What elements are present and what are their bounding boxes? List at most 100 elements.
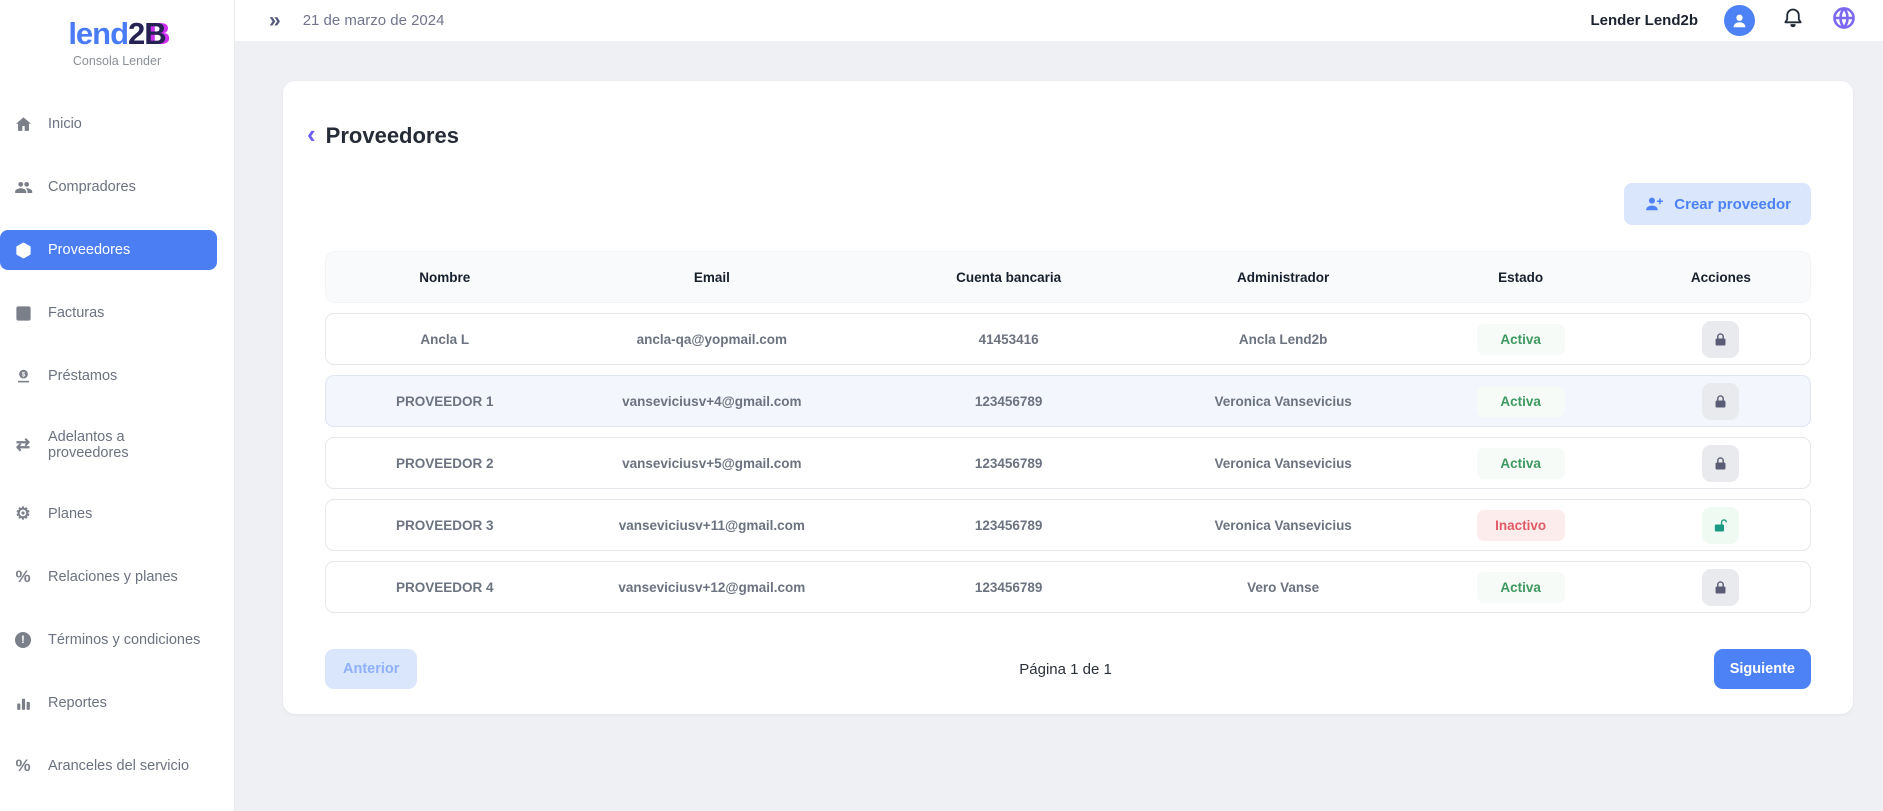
table-row[interactable]: PROVEEDOR 4 vanseviciusv+12@gmail.com 12… bbox=[325, 561, 1811, 613]
table-row[interactable]: Ancla L ancla-qa@yopmail.com 41453416 An… bbox=[325, 313, 1811, 365]
sidebar-item-aranceles[interactable]: % Aranceles del servicio bbox=[0, 746, 217, 786]
sidebar-item-label: Proveedores bbox=[48, 242, 130, 258]
pagination: Anterior Página 1 de 1 Siguiente bbox=[325, 649, 1811, 689]
cell-cuenta-bancaria: 41453416 bbox=[860, 332, 1157, 347]
topbar-right: Lender Lend2b bbox=[1590, 5, 1857, 36]
sidebar-item-terminos[interactable]: ! Términos y condiciones bbox=[0, 620, 217, 660]
cell-cuenta-bancaria: 123456789 bbox=[860, 580, 1157, 595]
topbar: » 21 de marzo de 2024 Lender Lend2b bbox=[235, 0, 1883, 41]
table-header-row: Nombre Email Cuenta bancaria Administrad… bbox=[325, 251, 1811, 303]
next-page-button[interactable]: Siguiente bbox=[1714, 649, 1811, 689]
status-badge: Activa bbox=[1477, 448, 1565, 479]
col-header-cuenta-bancaria: Cuenta bancaria bbox=[860, 270, 1157, 285]
user-avatar[interactable] bbox=[1724, 5, 1755, 36]
lock-icon bbox=[1712, 393, 1729, 410]
cell-email: vanseviciusv+4@gmail.com bbox=[563, 394, 860, 409]
notifications-bell-icon[interactable] bbox=[1781, 6, 1805, 35]
cell-acciones bbox=[1632, 507, 1810, 544]
sidebar-item-label: Relaciones y planes bbox=[48, 569, 178, 585]
cell-administrador: Veronica Vansevicius bbox=[1157, 518, 1409, 533]
sidebar-nav: Inicio Compradores Proveedores Facturas bbox=[0, 104, 234, 786]
previous-page-button[interactable]: Anterior bbox=[325, 649, 417, 689]
sidebar-item-reportes[interactable]: Reportes bbox=[0, 683, 217, 723]
svg-text:$: $ bbox=[21, 371, 25, 378]
col-header-nombre: Nombre bbox=[326, 270, 563, 285]
cell-estado: Activa bbox=[1409, 386, 1632, 417]
cell-email: ancla-qa@yopmail.com bbox=[563, 332, 860, 347]
lock-button[interactable] bbox=[1702, 445, 1739, 482]
sidebar-item-label: Términos y condiciones bbox=[48, 632, 200, 648]
create-provider-button[interactable]: Crear proveedor bbox=[1624, 183, 1811, 225]
brand-logo: lend2B Consola Lender bbox=[0, 10, 234, 90]
cell-estado: Inactivo bbox=[1409, 510, 1632, 541]
sidebar-item-prestamos[interactable]: $ Préstamos bbox=[0, 356, 217, 396]
lock-icon bbox=[1712, 579, 1729, 596]
lock-icon bbox=[1712, 331, 1729, 348]
brand-name-lend: lend bbox=[68, 16, 128, 51]
col-header-estado: Estado bbox=[1409, 270, 1632, 285]
table-row[interactable]: PROVEEDOR 3 vanseviciusv+11@gmail.com 12… bbox=[325, 499, 1811, 551]
swap-arrows-icon: ⇄ bbox=[12, 435, 34, 455]
sidebar-item-label: Aranceles del servicio bbox=[48, 758, 189, 774]
cell-email: vanseviciusv+11@gmail.com bbox=[563, 518, 860, 533]
lock-button[interactable] bbox=[1702, 569, 1739, 606]
person-add-icon bbox=[1644, 194, 1664, 214]
sidebar-collapse-icon[interactable]: » bbox=[269, 10, 281, 31]
sidebar-item-label: Inicio bbox=[48, 116, 82, 132]
sidebar-item-label: Facturas bbox=[48, 305, 104, 321]
home-icon bbox=[12, 114, 34, 134]
cell-nombre: PROVEEDOR 3 bbox=[326, 518, 563, 533]
brand-subtitle: Consola Lender bbox=[0, 54, 234, 68]
exclamation-circle-icon: ! bbox=[12, 630, 34, 650]
percent-icon: % bbox=[12, 756, 34, 776]
sidebar-item-planes[interactable]: ⚙ Planes bbox=[0, 494, 217, 534]
cell-cuenta-bancaria: 123456789 bbox=[860, 518, 1157, 533]
cell-acciones bbox=[1632, 383, 1810, 420]
language-globe-icon[interactable] bbox=[1831, 5, 1857, 36]
cell-estado: Activa bbox=[1409, 324, 1632, 355]
cube-icon bbox=[12, 240, 34, 260]
lock-button[interactable] bbox=[1702, 383, 1739, 420]
content-area: ‹ Proveedores Crear proveedor Nombre Ema… bbox=[235, 41, 1883, 811]
cell-cuenta-bancaria: 123456789 bbox=[860, 456, 1157, 471]
current-date: 21 de marzo de 2024 bbox=[303, 12, 445, 29]
sidebar-item-compradores[interactable]: Compradores bbox=[0, 167, 217, 207]
cell-acciones bbox=[1632, 321, 1810, 358]
cell-administrador: Ancla Lend2b bbox=[1157, 332, 1409, 347]
table-row[interactable]: PROVEEDOR 2 vanseviciusv+5@gmail.com 123… bbox=[325, 437, 1811, 489]
cell-administrador: Veronica Vansevicius bbox=[1157, 394, 1409, 409]
sidebar-item-adelantos[interactable]: ⇄ Adelantos a proveedores bbox=[0, 419, 217, 471]
brand-name-2: 2 bbox=[128, 16, 144, 51]
brand-name-b: B bbox=[144, 16, 165, 52]
sidebar-item-label: Compradores bbox=[48, 179, 136, 195]
grid-table-icon bbox=[12, 303, 34, 323]
people-icon bbox=[12, 177, 34, 197]
cell-nombre: PROVEEDOR 2 bbox=[326, 456, 563, 471]
sidebar-item-proveedores[interactable]: Proveedores bbox=[0, 230, 217, 270]
page-title-row: ‹ Proveedores bbox=[307, 123, 1811, 149]
lock-icon bbox=[1712, 455, 1729, 472]
unlock-button[interactable] bbox=[1702, 507, 1739, 544]
cell-acciones bbox=[1632, 569, 1810, 606]
coin-icon: $ bbox=[12, 366, 34, 386]
actions-row: Crear proveedor bbox=[325, 183, 1811, 225]
status-badge: Activa bbox=[1477, 324, 1565, 355]
status-badge: Activa bbox=[1477, 572, 1565, 603]
unlock-icon bbox=[1712, 517, 1729, 534]
sidebar-item-label: Planes bbox=[48, 506, 92, 522]
cell-nombre: Ancla L bbox=[326, 332, 563, 347]
cell-administrador: Vero Vanse bbox=[1157, 580, 1409, 595]
back-chevron-icon[interactable]: ‹ bbox=[307, 121, 316, 147]
lock-button[interactable] bbox=[1702, 321, 1739, 358]
status-badge: Activa bbox=[1477, 386, 1565, 417]
col-header-administrador: Administrador bbox=[1157, 270, 1409, 285]
main-column: » 21 de marzo de 2024 Lender Lend2b ‹ bbox=[235, 0, 1883, 811]
table-row[interactable]: PROVEEDOR 1 vanseviciusv+4@gmail.com 123… bbox=[325, 375, 1811, 427]
proveedores-card: ‹ Proveedores Crear proveedor Nombre Ema… bbox=[283, 81, 1853, 714]
gear-icon: ⚙ bbox=[12, 504, 34, 524]
sidebar-item-facturas[interactable]: Facturas bbox=[0, 293, 217, 333]
status-badge: Inactivo bbox=[1477, 510, 1565, 541]
sidebar-item-inicio[interactable]: Inicio bbox=[0, 104, 217, 144]
brand-name: lend2B bbox=[0, 16, 234, 52]
sidebar-item-relaciones[interactable]: % Relaciones y planes bbox=[0, 557, 217, 597]
